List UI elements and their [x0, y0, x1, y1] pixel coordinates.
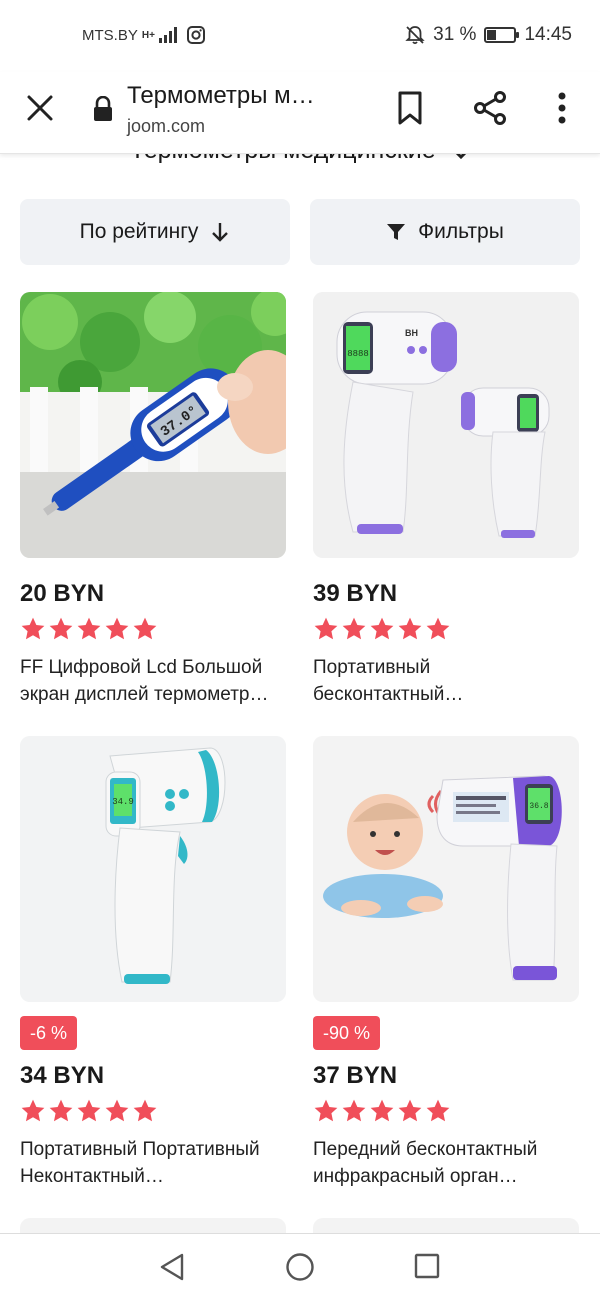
carrier-label: MTS.BY	[82, 26, 138, 44]
filter-button[interactable]: Фильтры	[310, 199, 580, 265]
back-icon[interactable]	[158, 1252, 186, 1282]
battery-percent: 31 %	[433, 24, 477, 45]
star-icon	[342, 617, 366, 640]
product-card[interactable]: 8888 BH 39 BYN Портативный бесконтактный…	[313, 292, 579, 708]
thermometer-display: 36.8	[529, 802, 548, 811]
star-icon	[426, 1099, 450, 1122]
star-icon	[21, 617, 45, 640]
product-price: 20 BYN	[20, 580, 105, 607]
clock: 14:45	[524, 24, 572, 45]
product-card[interactable]: 37.0° 20 BYN FF Цифровой Lcd Большой экр…	[20, 292, 286, 708]
discount-badge: -6 %	[20, 1016, 78, 1050]
discount-badge: -90 %	[313, 1016, 381, 1050]
battery-icon	[484, 27, 520, 43]
lock-icon	[94, 96, 112, 121]
status-right: 31 % 14:45	[405, 24, 572, 46]
product-title[interactable]: Передний бесконтактный инфракрасный орга…	[313, 1136, 579, 1190]
star-icon	[133, 617, 157, 640]
more-menu-icon[interactable]	[550, 90, 574, 126]
product-card[interactable]: 34.9 -6 % 34 BYN Портативный Портативный…	[20, 736, 286, 1190]
product-price: 34 BYN	[20, 1062, 105, 1089]
star-icon	[133, 1099, 157, 1122]
bookmark-icon[interactable]	[396, 90, 424, 126]
recent-apps-icon[interactable]	[414, 1253, 440, 1279]
star-icon	[105, 1099, 129, 1122]
star-icon	[370, 1099, 394, 1122]
star-icon	[314, 617, 338, 640]
product-image[interactable]: 8888 BH	[313, 292, 579, 558]
star-icon	[398, 617, 422, 640]
network-type: H+	[141, 29, 155, 41]
star-icon	[105, 617, 129, 640]
system-nav-bar	[0, 1233, 600, 1299]
bell-muted-icon	[405, 26, 425, 45]
star-icon	[342, 1099, 366, 1122]
product-image[interactable]: 34.9	[20, 736, 286, 1002]
home-icon[interactable]	[285, 1252, 315, 1282]
filter-icon	[387, 224, 406, 240]
product-title[interactable]: FF Цифровой Lcd Большой экран дисплей те…	[20, 654, 286, 708]
star-icon	[426, 617, 450, 640]
brand-label: BH	[405, 328, 418, 338]
thermometer-display: 8888	[347, 349, 369, 359]
product-title[interactable]: Портативный бесконтактный…	[313, 654, 579, 708]
star-icon	[398, 1099, 422, 1122]
filter-label: Фильтры	[418, 220, 504, 243]
page-url[interactable]: joom.com	[127, 116, 205, 137]
product-price: 39 BYN	[313, 580, 398, 607]
product-image[interactable]: 36.8	[313, 736, 579, 1002]
status-left: MTS.BY H+	[82, 26, 205, 44]
star-icon	[77, 617, 101, 640]
close-icon[interactable]	[24, 92, 56, 124]
share-icon[interactable]	[472, 90, 508, 126]
signal-icon	[158, 27, 177, 43]
product-price: 37 BYN	[313, 1062, 398, 1089]
thermometer-display: 34.9	[112, 797, 134, 807]
rating-stars	[20, 616, 286, 642]
rating-stars	[313, 616, 579, 642]
star-icon	[314, 1099, 338, 1122]
arrow-down-icon	[212, 223, 229, 242]
rating-stars	[313, 1098, 579, 1124]
rating-stars	[20, 1098, 286, 1124]
star-icon	[77, 1099, 101, 1122]
page-title[interactable]: Термометры м…	[127, 82, 315, 110]
sort-label: По рейтингу	[79, 220, 199, 243]
sort-button[interactable]: По рейтингу	[20, 199, 290, 265]
star-icon	[370, 617, 394, 640]
product-image[interactable]: 37.0°	[20, 292, 286, 558]
status-bar: MTS.BY H+ 31 % 14:45	[0, 0, 600, 72]
star-icon	[49, 617, 73, 640]
instagram-icon	[186, 26, 205, 44]
star-icon	[49, 1099, 73, 1122]
browser-toolbar: Термометры м… joom.com	[0, 72, 600, 154]
product-title[interactable]: Портативный Портативный Неконтактный…	[20, 1136, 286, 1190]
product-card[interactable]: 36.8 -90 % 37 BYN Передний бесконтактный…	[313, 736, 579, 1190]
star-icon	[21, 1099, 45, 1122]
